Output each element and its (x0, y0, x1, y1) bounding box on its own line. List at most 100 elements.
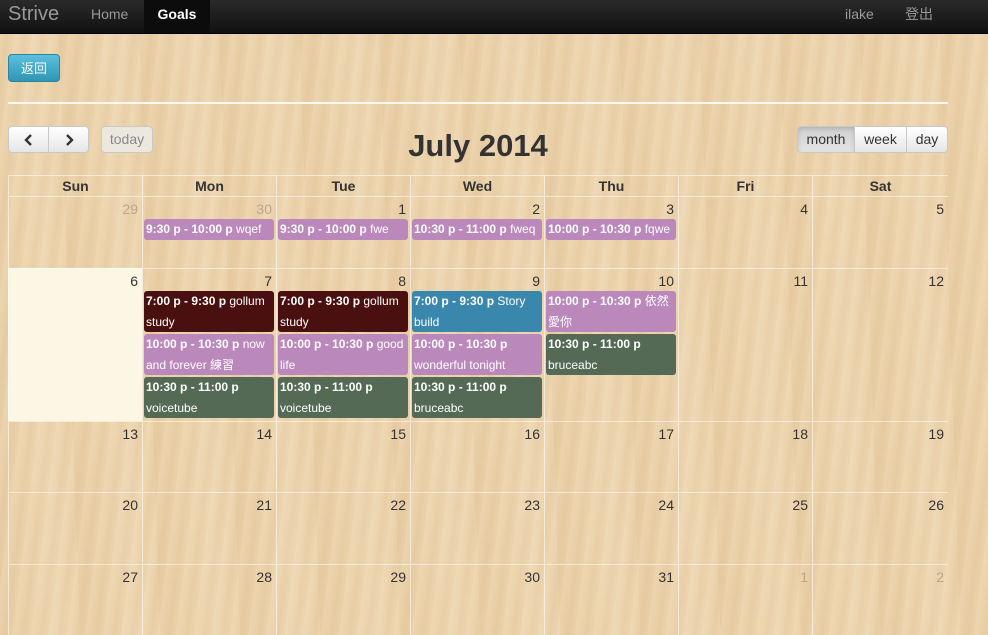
day-cell[interactable]: 1 (678, 564, 812, 635)
weekday-header-wed: Wed (410, 175, 544, 196)
event-time: 10:00 p - 10:30 p (280, 337, 374, 351)
calendar-event[interactable]: 9:30 p - 10:00 p fwe (278, 219, 408, 240)
day-cell[interactable]: 20 (8, 492, 142, 564)
weekday-header-sat: Sat (812, 175, 948, 196)
weekday-header-sun: Sun (8, 175, 142, 196)
calendar-event[interactable]: 10:00 p - 10:30 p now and forever 練習 (144, 334, 274, 375)
calendar-event[interactable]: 10:00 p - 10:30 p fqwe (546, 219, 676, 240)
weekday-header-fri: Fri (678, 175, 812, 196)
day-number: 19 (928, 426, 944, 442)
weekday-header-mon: Mon (142, 175, 276, 196)
day-cell[interactable]: 6 (8, 268, 142, 421)
day-number: 12 (928, 273, 944, 289)
day-number: 28 (256, 569, 272, 585)
day-cell[interactable]: 5 (812, 196, 948, 268)
day-cell[interactable]: 19 (812, 421, 948, 492)
day-number: 8 (398, 273, 406, 289)
calendar-grid: Sun Mon Tue Wed Thu Fri Sat 29 30 1 2 3 4 5 6 7 8 9 10 11 12… (8, 175, 948, 635)
calendar-title: July 2014 (408, 128, 548, 163)
next-month-button[interactable] (48, 126, 89, 153)
chevron-left-icon (23, 134, 32, 146)
day-cell[interactable]: 22 (276, 492, 410, 564)
day-cell[interactable]: 13 (8, 421, 142, 492)
day-cell[interactable]: 29 (276, 564, 410, 635)
event-time: 10:30 p - 11:00 p (414, 222, 507, 236)
divider (8, 102, 948, 104)
day-number: 2 (532, 201, 540, 217)
day-number: 13 (122, 426, 138, 442)
day-cell[interactable]: 18 (678, 421, 812, 492)
calendar-event[interactable]: 7:00 p - 9:30 p gollum study (278, 291, 408, 332)
calendar-event[interactable]: 10:00 p - 10:30 p 依然愛你 (546, 291, 676, 332)
today-button[interactable]: today (101, 126, 153, 153)
view-month-button[interactable]: month (797, 126, 855, 153)
day-cell[interactable]: 11 (678, 268, 812, 421)
event-title: bruceabc (414, 401, 464, 415)
calendar-event[interactable]: 10:30 p - 11:00 p voicetube (144, 377, 274, 418)
calendar-event[interactable]: 10:30 p - 11:00 p fweq (412, 219, 542, 240)
day-number: 9 (532, 273, 540, 289)
day-cell[interactable]: 21 (142, 492, 276, 564)
day-number: 2 (936, 569, 944, 585)
calendar-event[interactable]: 10:30 p - 11:00 p bruceabc (546, 334, 676, 375)
day-number: 25 (792, 497, 808, 513)
day-number: 27 (122, 569, 138, 585)
event-time: 9:30 p - 10:00 p (146, 222, 233, 236)
day-cell[interactable]: 16 (410, 421, 544, 492)
event-title: wonderful tonight (414, 358, 506, 372)
event-time: 9:30 p - 10:00 p (280, 222, 367, 236)
event-time: 10:00 p - 10:30 p (146, 337, 240, 351)
day-number: 29 (122, 201, 138, 217)
day-number: 4 (800, 201, 808, 217)
event-title: bruceabc (548, 358, 598, 372)
nav-goals-link[interactable]: Goals (144, 0, 210, 33)
event-title: fwe (366, 222, 389, 236)
day-number: 3 (666, 201, 674, 217)
day-cell[interactable]: 4 (678, 196, 812, 268)
nav-logout-link[interactable]: 登出 (905, 0, 933, 33)
day-number: 30 (524, 569, 540, 585)
day-cell[interactable]: 29 (8, 196, 142, 268)
brand-logo[interactable]: Strive (8, 2, 59, 26)
day-number: 11 (793, 273, 808, 289)
day-cell[interactable]: 28 (142, 564, 276, 635)
day-cell[interactable]: 23 (410, 492, 544, 564)
day-cell[interactable]: 15 (276, 421, 410, 492)
day-cell[interactable]: 30 (410, 564, 544, 635)
event-time: 10:30 p - 11:00 p (548, 337, 641, 351)
day-cell[interactable]: 2 (812, 564, 948, 635)
day-cell[interactable]: 17 (544, 421, 678, 492)
chevron-right-icon (65, 134, 74, 146)
day-cell[interactable]: 14 (142, 421, 276, 492)
day-cell[interactable]: 31 (544, 564, 678, 635)
view-day-button[interactable]: day (906, 126, 948, 153)
day-cell[interactable]: 27 (8, 564, 142, 635)
calendar-event[interactable]: 9:30 p - 10:00 p wqef (144, 219, 274, 240)
event-time: 10:30 p - 11:00 p (414, 380, 507, 394)
calendar-event[interactable]: 10:00 p - 10:30 p good life (278, 334, 408, 375)
event-title: fqwe (641, 222, 671, 236)
back-button[interactable]: 返回 (8, 54, 60, 82)
day-cell[interactable]: 12 (812, 268, 948, 421)
day-number: 15 (390, 426, 406, 442)
calendar-event[interactable]: 10:30 p - 11:00 p bruceabc (412, 377, 542, 418)
day-cell[interactable]: 25 (678, 492, 812, 564)
day-number: 30 (256, 201, 272, 217)
event-time: 10:30 p - 11:00 p (280, 380, 373, 394)
calendar-event[interactable]: 7:00 p - 9:30 p gollum study (144, 291, 274, 332)
calendar-event[interactable]: 10:00 p - 10:30 p wonderful tonight (412, 334, 542, 375)
prev-month-button[interactable] (8, 126, 49, 153)
view-week-button[interactable]: week (854, 126, 907, 153)
day-cell[interactable]: 26 (812, 492, 948, 564)
event-title: fweq (506, 222, 536, 236)
event-time: 7:00 p - 9:30 p (414, 294, 495, 308)
calendar-event[interactable]: 10:30 p - 11:00 p voicetube (278, 377, 408, 418)
day-cell[interactable]: 24 (544, 492, 678, 564)
event-time: 7:00 p - 9:30 p (146, 294, 227, 308)
weekday-header-thu: Thu (544, 175, 678, 196)
calendar-event[interactable]: 7:00 p - 9:30 p Story build (412, 291, 542, 332)
nav-user-link[interactable]: ilake (845, 0, 874, 33)
day-number: 20 (122, 497, 138, 513)
event-title: voicetube (146, 401, 198, 415)
nav-home-link[interactable]: Home (91, 0, 128, 33)
